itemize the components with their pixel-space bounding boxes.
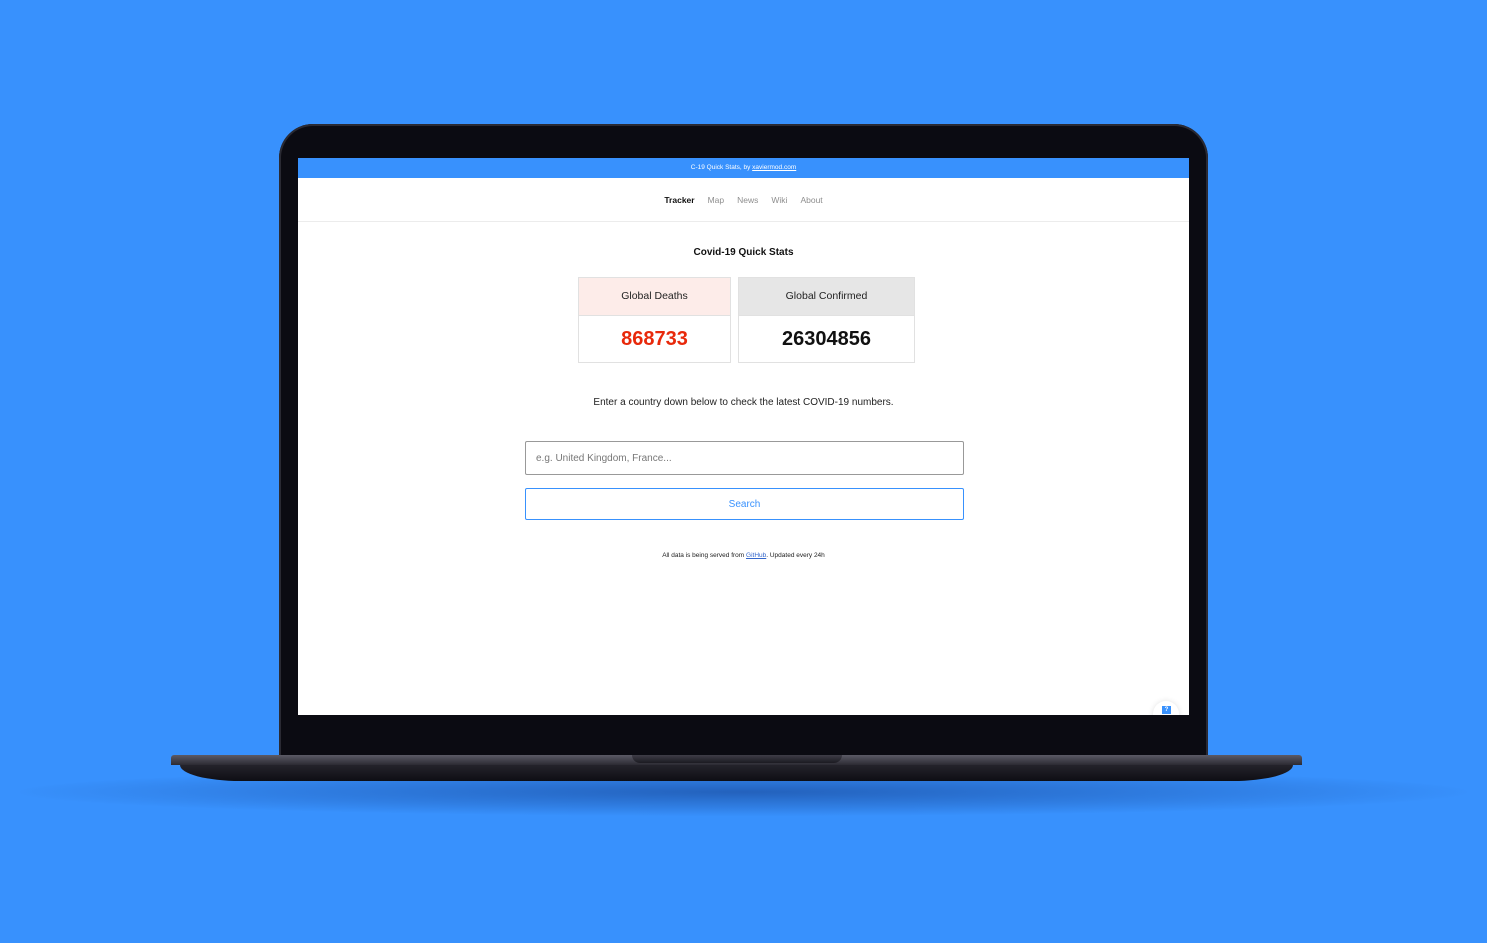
country-search-input[interactable] — [525, 441, 964, 475]
help-icon: ? — [1162, 706, 1171, 714]
search-instructions: Enter a country down below to check the … — [593, 397, 894, 408]
global-deaths-label: Global Deaths — [579, 278, 730, 316]
data-source-suffix: . Updated every 24h — [766, 552, 825, 559]
nav-tracker[interactable]: Tracker — [664, 195, 694, 205]
global-confirmed-label: Global Confirmed — [739, 278, 914, 316]
top-banner: C-19 Quick Stats, by xaviermod.com — [298, 158, 1189, 178]
data-source-note: All data is being served from GitHub. Up… — [298, 552, 1189, 559]
help-widget-button[interactable]: ? — [1153, 701, 1179, 715]
laptop-hinge-notch — [632, 755, 842, 763]
main-nav: Tracker Map News Wiki About — [298, 178, 1189, 222]
laptop-base-edge — [180, 765, 1293, 781]
data-source-prefix: All data is being served from — [662, 552, 745, 559]
nav-news[interactable]: News — [737, 195, 758, 205]
nav-wiki[interactable]: Wiki — [771, 195, 787, 205]
laptop-screen: C-19 Quick Stats, by xaviermod.com Track… — [298, 158, 1189, 715]
global-confirmed-card: Global Confirmed 26304856 — [738, 277, 915, 363]
github-link[interactable]: GitHub — [746, 552, 766, 559]
global-confirmed-value: 26304856 — [782, 328, 871, 350]
search-button[interactable]: Search — [525, 488, 964, 520]
banner-author-link[interactable]: xaviermod.com — [752, 164, 796, 171]
page-title: Covid-19 Quick Stats — [693, 247, 794, 258]
banner-text: C-19 Quick Stats, by — [690, 164, 751, 171]
nav-about[interactable]: About — [800, 195, 822, 205]
stats-cards: Global Deaths 868733 Global Confirmed 26… — [304, 277, 1189, 363]
global-deaths-card: Global Deaths 868733 — [578, 277, 731, 363]
nav-map[interactable]: Map — [708, 195, 725, 205]
global-deaths-value: 868733 — [621, 328, 688, 350]
